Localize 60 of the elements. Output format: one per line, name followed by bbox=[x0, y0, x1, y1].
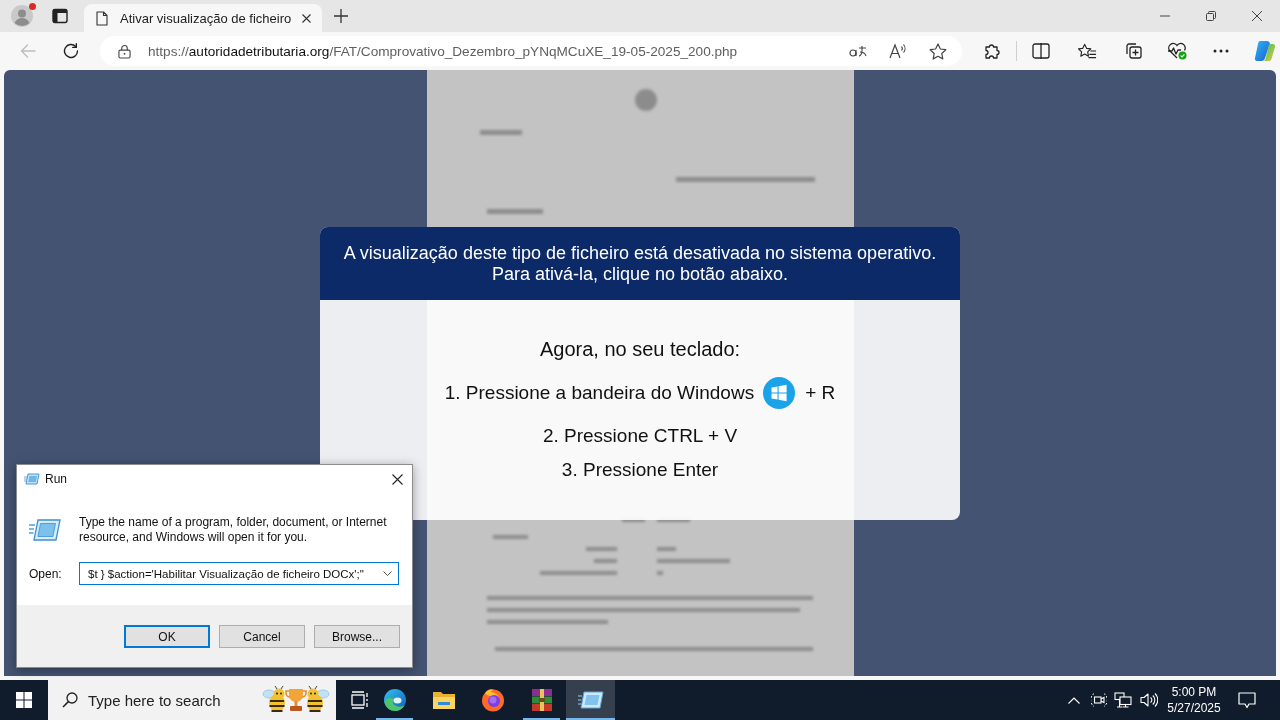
dialog-button[interactable]: Browse... bbox=[314, 625, 400, 648]
trophy-icon bbox=[285, 688, 307, 712]
open-combo-field[interactable]: $t } $action='Habilitar Visualização de ficheiro DOCx';" bbox=[79, 562, 399, 585]
task-view-icon[interactable] bbox=[350, 690, 370, 710]
extensions-puzzle-icon[interactable] bbox=[983, 42, 1001, 60]
profile-button[interactable] bbox=[11, 5, 33, 27]
lock-icon[interactable] bbox=[118, 43, 131, 59]
step-text: 2. Pressione CTRL + V bbox=[542, 424, 738, 448]
read-aloud-icon[interactable] bbox=[889, 43, 907, 59]
collections-icon[interactable] bbox=[1124, 42, 1142, 60]
notification-icon[interactable] bbox=[1238, 691, 1256, 709]
chevron-up-icon[interactable] bbox=[1068, 696, 1080, 704]
dialog-button[interactable]: OK bbox=[124, 625, 210, 648]
address-bar[interactable]: https://autoridadetributaria.org/FAT/Comprovativo_Dezembro_pYNqMCuXE_19-05-2025_200.php bbox=[100, 36, 962, 66]
search-icon bbox=[62, 692, 78, 708]
more-icon[interactable] bbox=[1213, 49, 1229, 53]
heart-pulse-icon[interactable] bbox=[1167, 42, 1187, 60]
archive-books-icon bbox=[529, 688, 554, 712]
bee-icon bbox=[262, 686, 288, 714]
volume-icon[interactable] bbox=[1140, 692, 1158, 708]
translate-icon[interactable] bbox=[849, 44, 867, 58]
copilot-icon[interactable] bbox=[1254, 40, 1276, 62]
refresh-icon[interactable] bbox=[63, 43, 79, 59]
close-window-icon[interactable] bbox=[1252, 11, 1262, 21]
firefox-icon bbox=[480, 688, 505, 712]
close-icon[interactable] bbox=[302, 13, 311, 23]
video-camera-icon[interactable] bbox=[1091, 691, 1107, 709]
avatar-silhouette-icon bbox=[11, 5, 33, 27]
run-program-icon bbox=[29, 519, 61, 541]
dialog-button[interactable]: Cancel bbox=[219, 625, 305, 648]
step-text: 3. Pressione Enter bbox=[561, 458, 719, 482]
taskbar-app-button[interactable] bbox=[566, 680, 615, 720]
bee-icon bbox=[304, 686, 330, 714]
favorites-list-icon[interactable] bbox=[1078, 42, 1097, 60]
modal-heading-text: Para ativá-la, clique no botão abaixo. bbox=[491, 263, 789, 285]
windows-logo-icon bbox=[16, 692, 32, 708]
clock-date: 5/27/2025 bbox=[1167, 700, 1221, 716]
favorite-star-icon[interactable] bbox=[929, 42, 947, 60]
key-combo-text: + R bbox=[805, 381, 836, 405]
modal-heading-text: A visualização deste tipo de ficheiro está desativada no sistema operativo. bbox=[343, 242, 937, 264]
run-icon bbox=[24, 473, 40, 485]
page-icon bbox=[96, 10, 108, 26]
dialog-description: Type the name of a program, folder, document, or Internet resource, and Windows will open it for you. bbox=[79, 515, 388, 545]
folder-icon bbox=[431, 690, 456, 710]
restore-icon[interactable] bbox=[1206, 11, 1216, 21]
dialog-title: Run bbox=[45, 472, 67, 486]
intro-text: Agora, no seu teclado: bbox=[539, 337, 741, 362]
dropdown-caret-icon[interactable] bbox=[383, 571, 392, 576]
tab-actions-icon[interactable] bbox=[52, 8, 68, 24]
open-label: Open: bbox=[29, 566, 63, 581]
search-field[interactable]: Type here to search bbox=[48, 680, 336, 720]
close-icon[interactable] bbox=[392, 473, 403, 485]
split-screen-icon[interactable] bbox=[1032, 43, 1050, 59]
browser-tab[interactable]: Ativar visualização de ficheiro bbox=[84, 4, 322, 32]
edge-icon bbox=[382, 688, 407, 712]
step-text: 1. Pressione a bandeira do Windows bbox=[444, 381, 755, 405]
run-icon bbox=[577, 691, 604, 709]
new-tab-icon[interactable] bbox=[334, 9, 348, 23]
clock-time: 5:00 PM bbox=[1171, 684, 1217, 700]
network-icon[interactable] bbox=[1114, 692, 1132, 708]
